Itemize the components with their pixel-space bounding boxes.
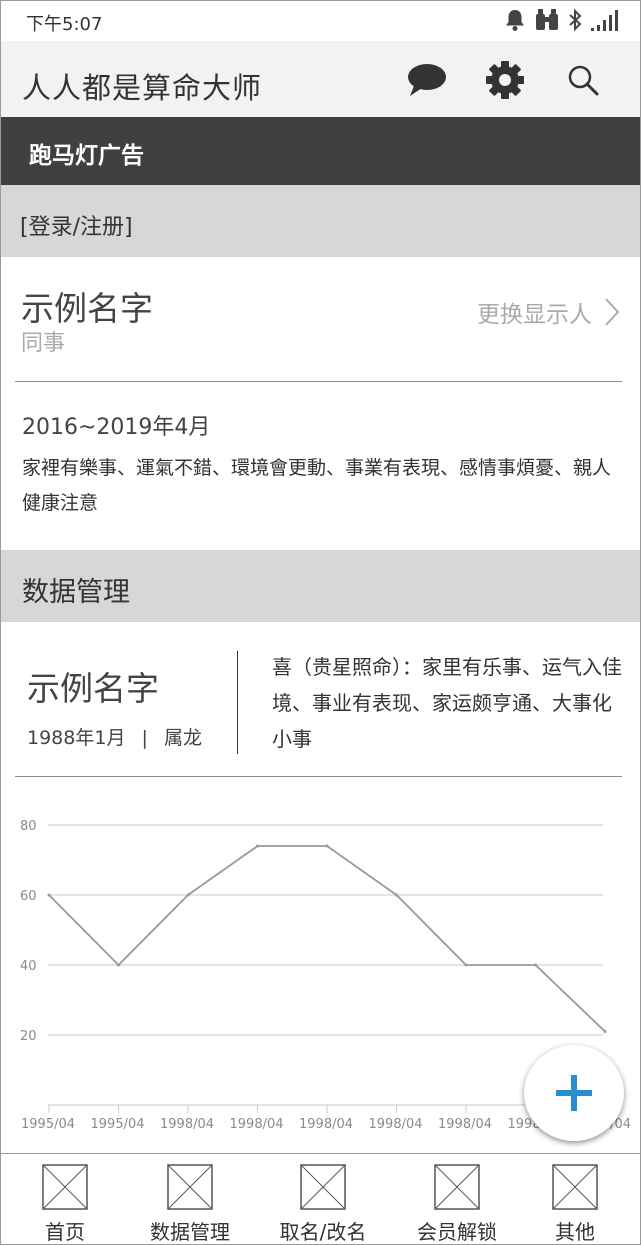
nav-label: 会员解锁	[417, 1220, 497, 1244]
person-zodiac: 属龙	[163, 727, 202, 749]
data-management-header: 数据管理	[1, 550, 640, 622]
x-tick-label: 1998/04	[438, 1117, 492, 1132]
phone-frame: 下午5:07 人人都是算命大师 跑马灯广告 [登录/注册] 示例名字 同事 更换…	[0, 0, 641, 1245]
x-tick-label: 1998/04	[160, 1117, 214, 1132]
nav-item-other[interactable]: 其他	[552, 1154, 598, 1244]
x-tick-label: 1998/04	[230, 1117, 284, 1132]
x-tick-label: 1998/04	[369, 1117, 423, 1132]
data-point	[603, 1030, 607, 1033]
divider	[15, 776, 622, 777]
chevron-right-icon	[605, 298, 620, 326]
binoculars-icon	[536, 9, 558, 30]
fortune-period: 2016~2019年4月	[22, 415, 211, 440]
data-point	[395, 893, 398, 897]
image-placeholder-icon	[42, 1164, 88, 1210]
profile-row: 示例名字 同事 更换显示人	[1, 257, 640, 381]
vertical-separator	[237, 651, 238, 754]
bottom-nav: 首页 数据管理 取名/改名 会员解锁 其他	[1, 1153, 640, 1244]
app-actions	[406, 59, 604, 101]
meta-separator: |	[141, 727, 148, 749]
login-register-link[interactable]: [登录/注册]	[20, 209, 133, 241]
person-description: 喜（贵星照命）：家里有乐事、运气入佳境、事业有表现、家运颇亨通、大事化小事	[272, 655, 622, 751]
person-card[interactable]: 示例名字 1988年1月 | 属龙 喜（贵星照命）：家里有乐事、运气入佳境、事业…	[1, 622, 640, 776]
image-placeholder-icon	[552, 1164, 598, 1210]
search-icon[interactable]	[562, 59, 604, 101]
add-fab-button[interactable]	[524, 1045, 624, 1141]
app-bar: 人人都是算命大师	[1, 41, 640, 117]
x-tick-label: 1995/04	[21, 1117, 75, 1132]
data-point	[256, 844, 259, 848]
y-tick-label: 80	[20, 819, 37, 834]
nav-label: 取名/改名	[279, 1220, 367, 1244]
data-point	[534, 963, 537, 967]
app-title: 人人都是算命大师	[22, 71, 263, 105]
switch-person-button[interactable]: 更换显示人	[477, 295, 620, 329]
x-tick-label: 1995/04	[91, 1117, 145, 1132]
image-placeholder-icon	[167, 1164, 213, 1210]
person-birth: 1988年1月	[27, 727, 126, 749]
data-point	[186, 893, 190, 897]
nav-item-membership[interactable]: 会员解锁	[417, 1154, 497, 1244]
person-meta: 1988年1月 | 属龙	[27, 723, 202, 750]
image-placeholder-icon	[434, 1164, 480, 1210]
status-bar: 下午5:07	[1, 1, 640, 41]
plus-icon	[556, 1075, 592, 1111]
data-point	[47, 893, 51, 897]
divider	[15, 381, 622, 382]
fortune-description: 家裡有樂事、運氣不錯、環境會更動、事業有表現、感情事煩憂、親人健康注意	[22, 457, 612, 514]
nav-item-home[interactable]: 首页	[42, 1154, 88, 1244]
nav-label: 数据管理	[150, 1220, 230, 1244]
nav-item-naming[interactable]: 取名/改名	[280, 1154, 366, 1244]
marquee-ad-banner[interactable]: 跑马灯广告	[1, 117, 640, 185]
nav-label: 首页	[45, 1220, 85, 1244]
chat-bubble-icon[interactable]	[406, 59, 448, 101]
y-tick-label: 60	[20, 889, 37, 904]
x-tick-label: 1998/04	[299, 1117, 353, 1132]
status-icons	[504, 8, 620, 32]
image-placeholder-icon	[300, 1164, 346, 1210]
switch-person-label: 更换显示人	[477, 302, 592, 328]
person-name: 示例名字	[27, 669, 159, 708]
series-line	[48, 845, 606, 1033]
marquee-text: 跑马灯广告	[29, 143, 144, 169]
data-point	[464, 963, 468, 967]
profile-name: 示例名字	[21, 289, 153, 328]
bluetooth-icon	[569, 8, 582, 32]
bell-icon	[506, 10, 524, 31]
data-point	[117, 963, 120, 967]
section-title: 数据管理	[22, 577, 130, 608]
signal-icon	[591, 10, 618, 31]
nav-item-data-management[interactable]: 数据管理	[150, 1154, 230, 1244]
y-tick-label: 20	[20, 1029, 37, 1044]
status-time: 下午5:07	[26, 14, 103, 35]
gear-icon[interactable]	[484, 59, 526, 101]
y-tick-label: 40	[20, 959, 37, 974]
data-point	[325, 844, 329, 848]
profile-relation: 同事	[21, 331, 66, 356]
login-register-bar: [登录/注册]	[1, 185, 640, 257]
nav-label: 其他	[555, 1220, 595, 1244]
